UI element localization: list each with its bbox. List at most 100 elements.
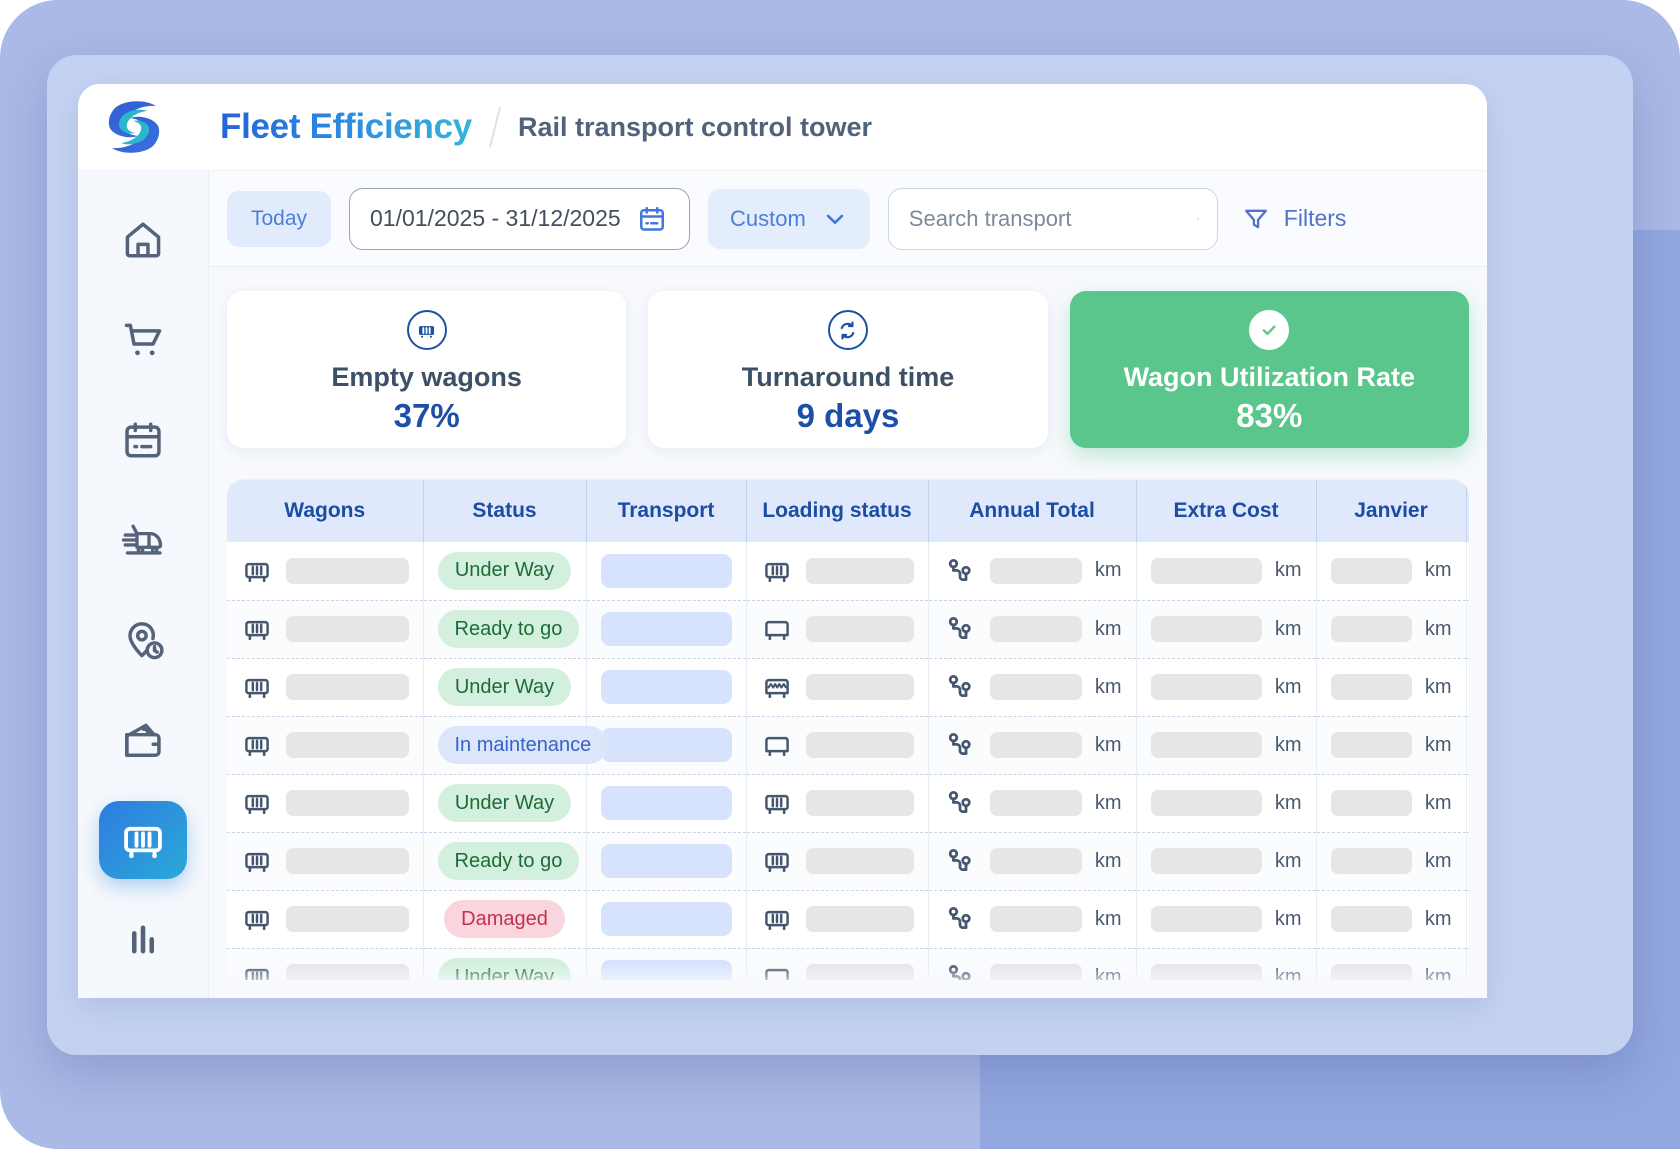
date-range-picker[interactable]: 01/01/2025 - 31/12/2025: [349, 187, 690, 250]
cell-annual-total[interactable]: km: [928, 716, 1137, 775]
cell-wagon[interactable]: [227, 890, 424, 949]
sidebar-item-costs[interactable]: [99, 701, 187, 779]
cell-extra-cost[interactable]: km: [1136, 542, 1317, 601]
period-select[interactable]: Custom: [708, 188, 870, 249]
cell-wagon[interactable]: [227, 832, 424, 891]
cell-status[interactable]: Under Way: [423, 948, 587, 980]
cell-janvier[interactable]: km: [1316, 832, 1467, 891]
table-row[interactable]: In maintenance km km km: [227, 716, 1469, 775]
sidebar-item-orders[interactable]: [99, 301, 187, 379]
table-row[interactable]: Damaged km km km: [227, 890, 1469, 949]
kpi-card-empty-wagons[interactable]: Empty wagons 37%: [227, 291, 627, 448]
wagons-table-wrap[interactable]: Wagons Status Transport Loading status A…: [227, 480, 1469, 980]
table-row[interactable]: Ready to go km km km: [227, 832, 1469, 891]
sidebar-item-home[interactable]: [99, 201, 187, 279]
cell-extra-cost[interactable]: km: [1136, 774, 1317, 833]
cell-transport[interactable]: [586, 542, 747, 601]
sidebar-item-tracking[interactable]: [99, 601, 187, 679]
kpi-card-turnaround-time[interactable]: Turnaround time 9 days: [648, 291, 1048, 448]
col-header-loading-status[interactable]: Loading status: [746, 480, 929, 542]
table-row[interactable]: Under Way km km km: [227, 658, 1469, 717]
cell-next-month[interactable]: [1466, 774, 1469, 833]
cell-wagon[interactable]: [227, 716, 424, 775]
cell-annual-total[interactable]: km: [928, 774, 1137, 833]
cell-next-month[interactable]: [1466, 890, 1469, 949]
cell-status[interactable]: Ready to go: [423, 600, 587, 659]
cell-janvier[interactable]: km: [1316, 890, 1467, 949]
cell-loading-status[interactable]: [746, 774, 929, 833]
cell-loading-status[interactable]: [746, 658, 929, 717]
cell-janvier[interactable]: km: [1316, 774, 1467, 833]
cell-extra-cost[interactable]: km: [1136, 716, 1317, 775]
cell-annual-total[interactable]: km: [928, 890, 1137, 949]
cell-wagon[interactable]: [227, 948, 424, 980]
cell-extra-cost[interactable]: km: [1136, 600, 1317, 659]
cell-next-month[interactable]: [1466, 948, 1469, 980]
cell-wagon[interactable]: [227, 774, 424, 833]
cell-next-month[interactable]: [1466, 600, 1469, 659]
cell-next-month[interactable]: [1466, 716, 1469, 775]
cell-annual-total[interactable]: km: [928, 600, 1137, 659]
cell-extra-cost[interactable]: km: [1136, 658, 1317, 717]
sidebar-item-analytics[interactable]: [99, 901, 187, 979]
col-header-status[interactable]: Status: [423, 480, 587, 542]
cell-loading-status[interactable]: [746, 542, 929, 601]
cell-janvier[interactable]: km: [1316, 542, 1467, 601]
cell-wagon[interactable]: [227, 658, 424, 717]
col-header-transport[interactable]: Transport: [586, 480, 747, 542]
cell-annual-total[interactable]: km: [928, 948, 1137, 980]
cell-transport[interactable]: [586, 948, 747, 980]
cell-next-month[interactable]: [1466, 542, 1469, 601]
cell-janvier[interactable]: km: [1316, 948, 1467, 980]
sidebar-item-wagons[interactable]: [99, 801, 187, 879]
cell-status[interactable]: Under Way: [423, 542, 587, 601]
table-row[interactable]: Under Way km km km: [227, 542, 1469, 601]
toolbar: Today 01/01/2025 - 31/12/2025 Custom Sea…: [209, 171, 1487, 267]
filters-button[interactable]: Filters: [1236, 197, 1353, 241]
sidebar-item-transport[interactable]: [99, 501, 187, 579]
cell-transport[interactable]: [586, 890, 747, 949]
cell-loading-status[interactable]: [746, 948, 929, 980]
sidebar-item-planning[interactable]: [99, 401, 187, 479]
today-button[interactable]: Today: [227, 190, 331, 247]
cell-extra-cost[interactable]: km: [1136, 832, 1317, 891]
search-box[interactable]: [887, 187, 1218, 250]
col-header-annual-total[interactable]: Annual Total: [928, 480, 1137, 542]
kpi-card-wagon-utilization-rate[interactable]: Wagon Utilization Rate 83%: [1069, 291, 1469, 448]
col-header-janvier[interactable]: Janvier: [1316, 480, 1467, 542]
cell-annual-total[interactable]: km: [928, 832, 1137, 891]
cell-loading-status[interactable]: [746, 716, 929, 775]
search-input[interactable]: [908, 205, 1197, 232]
cell-janvier[interactable]: km: [1316, 658, 1467, 717]
col-header-wagons[interactable]: Wagons: [227, 480, 424, 542]
cell-transport[interactable]: [586, 832, 747, 891]
cell-janvier[interactable]: km: [1316, 716, 1467, 775]
cell-transport[interactable]: [586, 658, 747, 717]
cell-annual-total[interactable]: km: [928, 658, 1137, 717]
cell-extra-cost[interactable]: km: [1136, 890, 1317, 949]
search-icon[interactable]: [1197, 203, 1199, 235]
cell-status[interactable]: Damaged: [423, 890, 587, 949]
col-header-extra-cost[interactable]: Extra Cost: [1136, 480, 1317, 542]
cell-next-month[interactable]: [1466, 658, 1469, 717]
cell-loading-status[interactable]: [746, 832, 929, 891]
table-row[interactable]: Under Way km km km: [227, 774, 1469, 833]
cell-extra-cost[interactable]: km: [1136, 948, 1317, 980]
cell-status[interactable]: Ready to go: [423, 832, 587, 891]
cell-status[interactable]: Under Way: [423, 774, 587, 833]
cell-status[interactable]: In maintenance: [423, 716, 609, 775]
cell-loading-status[interactable]: [746, 600, 929, 659]
col-header-next[interactable]: [1466, 480, 1469, 542]
cell-loading-status[interactable]: [746, 890, 929, 949]
table-row[interactable]: Under Way km km km: [227, 948, 1469, 980]
cell-transport[interactable]: [586, 600, 747, 659]
table-row[interactable]: Ready to go km km km: [227, 600, 1469, 659]
cell-janvier[interactable]: km: [1316, 600, 1467, 659]
cell-next-month[interactable]: [1466, 832, 1469, 891]
cell-transport[interactable]: [586, 774, 747, 833]
cell-transport[interactable]: [586, 716, 747, 775]
cell-wagon[interactable]: [227, 542, 424, 601]
cell-status[interactable]: Under Way: [423, 658, 587, 717]
cell-annual-total[interactable]: km: [928, 542, 1137, 601]
cell-wagon[interactable]: [227, 600, 424, 659]
